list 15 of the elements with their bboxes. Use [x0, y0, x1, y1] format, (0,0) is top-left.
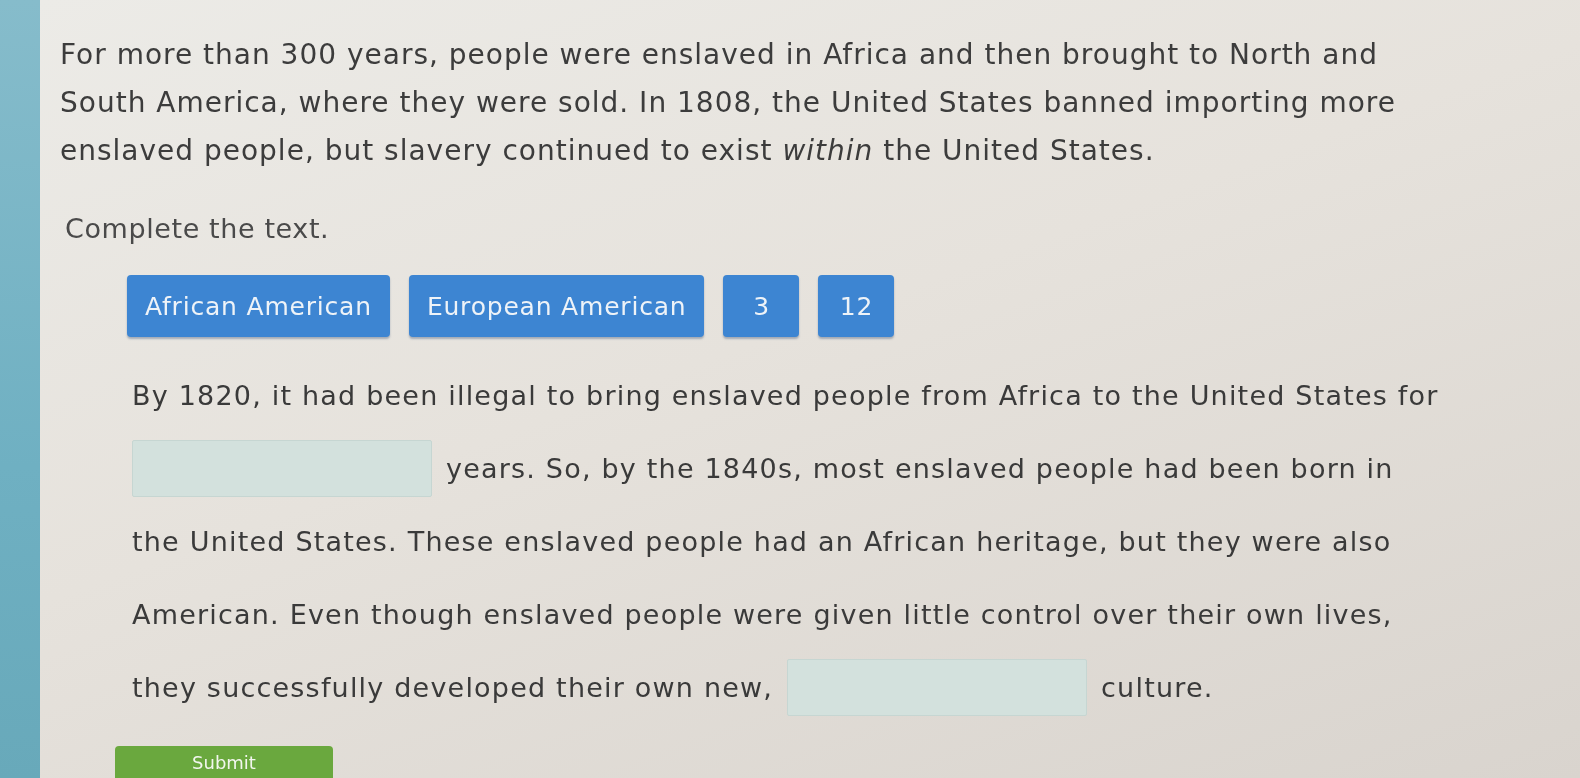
intro-paragraph: For more than 300 years, people were enslaved in Africa and then brought to North and South America, where they were sold. In 1808, the United States banned importing more enslaved people, but slavery continued to exist within the United States. [60, 37, 1397, 169]
instruction-text: Complete the text. [65, 212, 330, 246]
word-tile[interactable]: African American [127, 275, 390, 337]
answer-box[interactable] [132, 439, 432, 497]
word-tile[interactable]: 3 [723, 275, 800, 337]
passage-text: they successfully developed their own new, [132, 671, 774, 703]
passage-text: culture. [1101, 671, 1214, 703]
word-tile[interactable]: 12 [818, 275, 895, 337]
passage-text: By 1820, it had been illegal to bring enslaved people from Africa to the United States for [132, 379, 1439, 411]
passage-text: the United States. These enslaved people had an African heritage, but they were also [132, 525, 1392, 557]
word-tile[interactable]: European American [408, 275, 705, 337]
submit-button[interactable]: Submit [115, 746, 333, 778]
answer-box[interactable] [787, 658, 1088, 716]
passage-text: American. Even though enslaved people were given little control over their own lives, [132, 598, 1393, 630]
passage-text: years. So, by the 1840s, most enslaved people had been born in [446, 452, 1394, 484]
